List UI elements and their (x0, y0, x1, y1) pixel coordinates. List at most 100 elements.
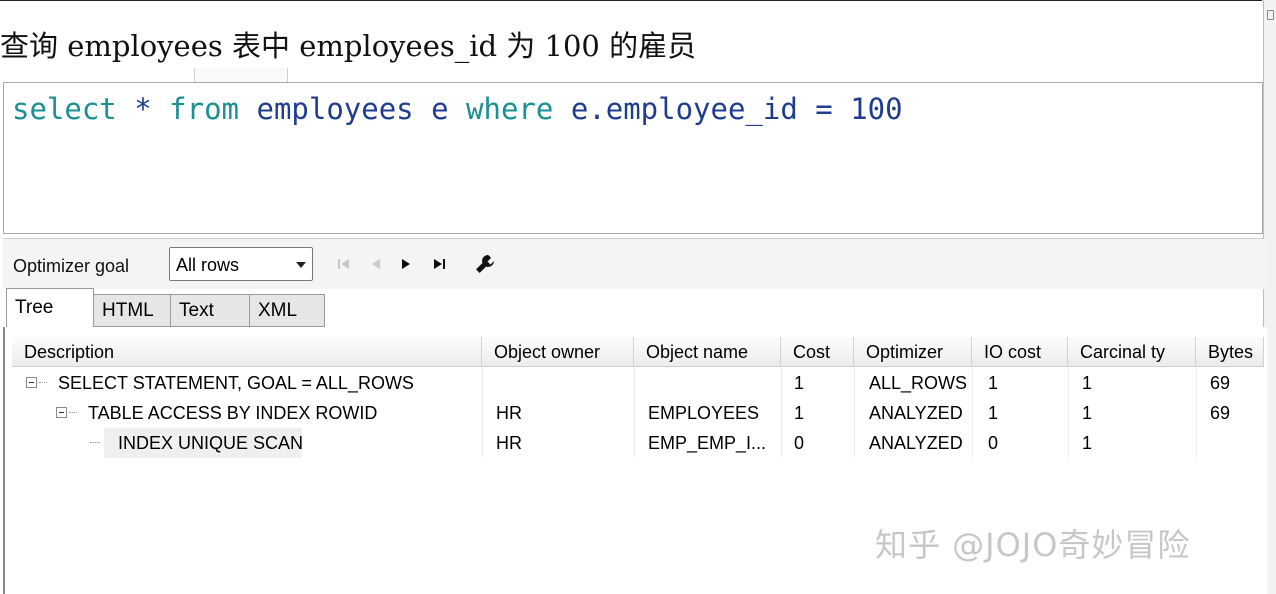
prev-icon[interactable] (367, 255, 385, 273)
top-rule (0, 0, 1262, 1)
cell-io-cost-text: 1 (988, 373, 999, 393)
grid-line (482, 398, 483, 428)
cell-bytes (1210, 428, 1264, 458)
cell-io-cost-text: 0 (988, 433, 999, 453)
tab-html[interactable]: HTML (93, 294, 171, 327)
cell-object-name (648, 368, 788, 398)
tab-text[interactable]: Text (170, 294, 250, 327)
column-header-cardinality[interactable]: Carcinal ty (1068, 337, 1196, 367)
grid-line (482, 428, 483, 458)
column-header-io-cost[interactable]: IO cost (972, 337, 1068, 367)
cell-object-name: EMP_EMP_I... (648, 428, 788, 458)
cell-object-name: EMPLOYEES (648, 398, 788, 428)
sql-token: where (466, 92, 554, 126)
collapse-icon[interactable] (26, 377, 37, 388)
watermark: 知乎 @JOJO奇妙冒险 (875, 526, 1191, 564)
cell-optimizer-text: ANALYZED (869, 433, 963, 453)
article-caption: 查询 employees 表中 employees_id 为 100 的雇员 (0, 29, 697, 63)
sql-token: * (134, 92, 152, 126)
cell-object-owner: HR (496, 398, 642, 428)
cell-description-text: SELECT STATEMENT, GOAL = ALL_ROWS (58, 373, 414, 393)
cell-object-owner-text: HR (496, 403, 522, 423)
cell-io-cost: 1 (988, 398, 1076, 428)
cell-bytes-text: 69 (1210, 373, 1231, 393)
cell-description: SELECT STATEMENT, GOAL = ALL_ROWS (58, 368, 478, 398)
cell-cost: 1 (794, 368, 863, 398)
cell-optimizer-text: ALL_ROWS (869, 373, 968, 393)
tab-xml[interactable]: XML (249, 294, 325, 327)
column-header-object-owner[interactable]: Object owner (482, 337, 634, 367)
cell-object-owner-text: HR (496, 433, 522, 453)
cell-cost-text: 0 (794, 433, 805, 453)
cell-cost: 1 (794, 398, 863, 428)
cell-description: TABLE ACCESS BY INDEX ROWID (88, 398, 478, 428)
cell-bytes-text: 69 (1210, 403, 1231, 423)
column-header-cost[interactable]: Cost (781, 337, 854, 367)
cell-cardinality-text: 1 (1082, 403, 1093, 423)
plan-row[interactable]: INDEX UNIQUE SCAN HR EMP_EMP_I... 0 ANALYZED… (12, 428, 1264, 458)
cell-bytes: 69 (1210, 398, 1264, 428)
sql-token: 100 (850, 92, 903, 126)
cell-cost-text: 1 (794, 403, 805, 423)
sql-text[interactable]: select * from employees e where e.employ… (12, 87, 903, 131)
cell-object-owner (496, 368, 642, 398)
optimizer-goal-label: Optimizer goal (13, 256, 130, 276)
tab-tree[interactable]: Tree (6, 288, 94, 328)
first-icon[interactable] (335, 255, 353, 273)
cell-object-name-text: EMP_EMP_I... (648, 433, 767, 453)
wrench-icon[interactable] (473, 252, 497, 276)
grid-line (482, 368, 483, 398)
caption-underlay (194, 68, 288, 83)
sql-token: e.employee_id (570, 92, 798, 126)
cell-optimizer: ALL_ROWS (869, 368, 982, 398)
sql-token: employees (256, 92, 414, 126)
sql-token: from (169, 92, 240, 126)
cell-cardinality: 1 (1082, 368, 1204, 398)
cell-object-owner: HR (496, 428, 642, 458)
sql-token: e (431, 92, 449, 126)
column-header-description[interactable]: Description (12, 337, 482, 367)
chevron-down-icon[interactable] (296, 262, 306, 268)
tree-connector (90, 442, 100, 444)
sql-editor[interactable]: select * from employees e where e.employ… (3, 82, 1263, 234)
tree-connector (39, 382, 47, 384)
tree-connector (69, 412, 77, 414)
column-header-optimizer[interactable]: Optimizer (854, 337, 972, 367)
plan-row[interactable]: TABLE ACCESS BY INDEX ROWID HR EMPLOYEES 1 A… (12, 398, 1264, 428)
optimizer-goal-select[interactable]: All rows (169, 247, 313, 281)
plan-row[interactable]: SELECT STATEMENT, GOAL = ALL_ROWS 1 ALL_RO… (12, 368, 1264, 398)
cell-optimizer-text: ANALYZED (869, 403, 963, 423)
cell-cardinality-text: 1 (1082, 433, 1093, 453)
cell-io-cost: 0 (988, 428, 1076, 458)
cell-io-cost-text: 1 (988, 403, 999, 423)
cell-cost: 0 (794, 428, 863, 458)
last-icon[interactable] (431, 255, 449, 273)
cell-cardinality-text: 1 (1082, 373, 1093, 393)
cell-description-text: INDEX UNIQUE SCAN (118, 433, 304, 453)
collapse-icon[interactable] (56, 407, 67, 418)
cell-cardinality: 1 (1082, 428, 1204, 458)
cell-bytes: 69 (1210, 368, 1264, 398)
cell-optimizer: ANALYZED (869, 428, 982, 458)
cell-io-cost: 1 (988, 368, 1076, 398)
scroll-up-icon[interactable] (1267, 10, 1274, 20)
cell-description: INDEX UNIQUE SCAN (118, 428, 478, 458)
cell-description-text: TABLE ACCESS BY INDEX ROWID (88, 403, 378, 423)
column-header-bytes[interactable]: Bytes (1196, 337, 1264, 367)
sql-token: select (12, 92, 117, 126)
sql-token: = (815, 92, 833, 126)
column-header-object-name[interactable]: Object name (634, 337, 781, 367)
next-icon[interactable] (397, 255, 415, 273)
optimizer-goal-value: All rows (176, 255, 240, 275)
cell-cardinality: 1 (1082, 398, 1204, 428)
plan-tabs: Tree HTML Text XML (3, 288, 1265, 328)
plan-toolbar: Optimizer goal All rows (3, 238, 1265, 289)
cell-cost-text: 1 (794, 373, 805, 393)
